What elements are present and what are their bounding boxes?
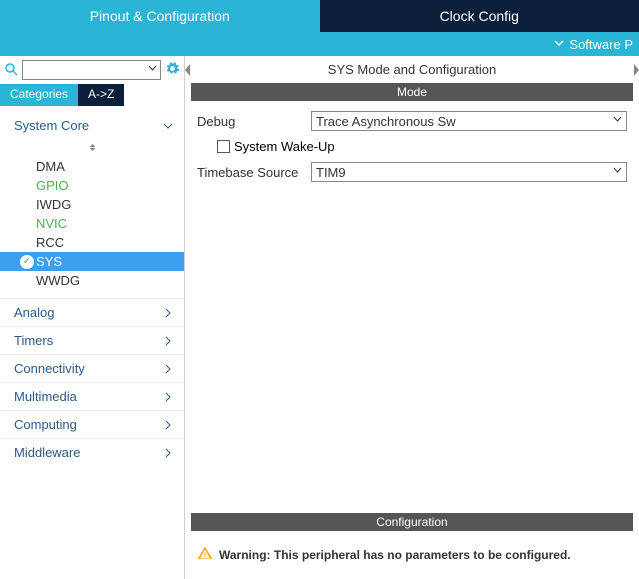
category-computing[interactable]: Computing: [0, 410, 184, 438]
panel-handle-right[interactable]: [632, 60, 639, 80]
timebase-value: TIM9: [316, 165, 346, 180]
search-icon: [4, 62, 18, 79]
chevron-down-icon: [553, 37, 565, 52]
category-analog[interactable]: Analog: [0, 298, 184, 326]
tab-categories[interactable]: Categories: [0, 84, 78, 106]
warning-text: Warning: This peripheral has no paramete…: [219, 548, 571, 562]
tree-item-label: SYS: [36, 254, 62, 269]
chevron-right-icon: [162, 335, 174, 347]
category-label: Analog: [14, 305, 54, 320]
category-label: Computing: [14, 417, 77, 432]
tab-clock-configuration[interactable]: Clock Config: [320, 0, 639, 32]
tree-item-dma[interactable]: DMA: [0, 157, 184, 176]
warning-icon: [197, 545, 213, 565]
category-middleware[interactable]: Middleware: [0, 438, 184, 466]
category-multimedia[interactable]: Multimedia: [0, 382, 184, 410]
check-icon: ✓: [20, 255, 34, 269]
sidebar: Categories A->Z System Core DMA GPIO IWD…: [0, 56, 185, 579]
debug-value: Trace Asynchronous Sw: [316, 114, 456, 129]
debug-label: Debug: [197, 114, 307, 129]
software-packs-link[interactable]: Software P: [569, 37, 633, 52]
category-label: Timers: [14, 333, 53, 348]
system-wakeup-checkbox[interactable]: [217, 140, 230, 153]
chevron-right-icon: [162, 391, 174, 403]
category-label: Multimedia: [14, 389, 77, 404]
panel-handle-left[interactable]: [185, 60, 192, 80]
category-label: System Core: [14, 118, 89, 133]
chevron-down-icon: [613, 166, 622, 178]
category-label: Middleware: [14, 445, 80, 460]
configuration-section-header: Configuration: [191, 513, 633, 531]
content-title: SYS Mode and Configuration: [185, 56, 639, 83]
timebase-label: Timebase Source: [197, 165, 307, 180]
debug-select[interactable]: Trace Asynchronous Sw: [311, 111, 627, 131]
tree-item-gpio[interactable]: GPIO: [0, 176, 184, 195]
sort-toggle[interactable]: [0, 141, 184, 157]
category-tree: System Core DMA GPIO IWDG NVIC RCC ✓ SYS…: [0, 106, 184, 579]
chevron-right-icon: [162, 307, 174, 319]
tree-item-rcc[interactable]: RCC: [0, 233, 184, 252]
tab-pinout-configuration[interactable]: Pinout & Configuration: [0, 0, 320, 32]
chevron-right-icon: [162, 447, 174, 459]
content-panel: SYS Mode and Configuration Mode Debug Tr…: [185, 56, 639, 579]
chevron-down-icon: [162, 120, 174, 132]
search-input[interactable]: [22, 60, 161, 80]
gear-icon[interactable]: [165, 61, 180, 79]
chevron-down-icon: [613, 115, 622, 127]
system-wakeup-label: System Wake-Up: [234, 139, 335, 154]
category-timers[interactable]: Timers: [0, 326, 184, 354]
category-label: Connectivity: [14, 361, 85, 376]
tree-item-nvic[interactable]: NVIC: [0, 214, 184, 233]
chevron-right-icon: [162, 419, 174, 431]
tree-item-sys[interactable]: ✓ SYS: [0, 252, 184, 271]
category-connectivity[interactable]: Connectivity: [0, 354, 184, 382]
mode-section-header: Mode: [191, 83, 633, 101]
category-system-core[interactable]: System Core: [0, 112, 184, 139]
tab-a-to-z[interactable]: A->Z: [78, 84, 124, 106]
chevron-right-icon: [162, 363, 174, 375]
tree-item-iwdg[interactable]: IWDG: [0, 195, 184, 214]
timebase-select[interactable]: TIM9: [311, 162, 627, 182]
tree-item-wwdg[interactable]: WWDG: [0, 271, 184, 290]
chevron-down-icon: [148, 64, 157, 76]
